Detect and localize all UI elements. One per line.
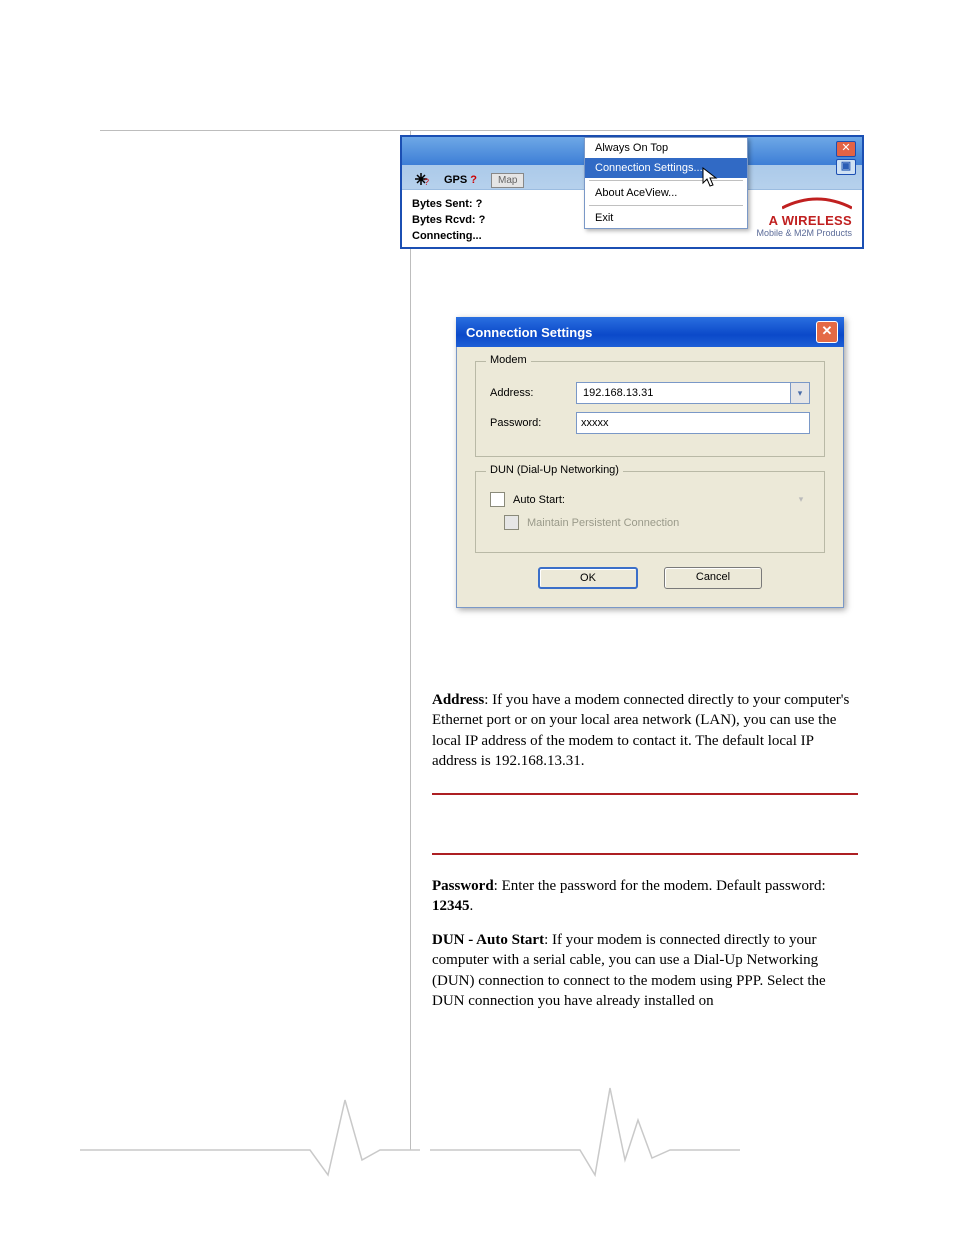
cancel-button[interactable]: Cancel — [664, 567, 762, 589]
page-rule-vertical — [410, 130, 411, 1150]
minimize-icon[interactable]: ▣ — [836, 159, 856, 175]
dun-legend: DUN (Dial-Up Networking) — [486, 464, 623, 476]
close-icon[interactable]: ✕ — [836, 141, 856, 157]
address-label: Address: — [490, 387, 576, 399]
page-rule-horizontal — [100, 130, 860, 131]
brand-text: A WIRELESS — [756, 213, 852, 228]
dialog-body: Modem Address: 192.168.13.31 ▾ Password:… — [456, 347, 844, 608]
auto-start-checkbox[interactable] — [490, 492, 505, 507]
brand-tagline: Mobile & M2M Products — [756, 228, 852, 238]
password-value: xxxxx — [581, 417, 609, 429]
brand-block: A WIRELESS Mobile & M2M Products — [756, 196, 852, 241]
ok-button[interactable]: OK — [538, 567, 638, 589]
map-button[interactable]: Map — [491, 173, 524, 188]
aceview-stats: Bytes Sent: ? Bytes Rcvd: ? Connecting..… — [412, 196, 485, 241]
dialog-titlebar: Connection Settings ✕ — [456, 317, 844, 347]
menu-connection-settings[interactable]: Connection Settings... — [585, 158, 747, 178]
dialog-title: Connection Settings — [466, 325, 592, 340]
bytes-sent-label: Bytes Sent: — [412, 198, 476, 210]
gps-label: GPS ? — [444, 174, 477, 186]
password-input[interactable]: xxxxx — [576, 412, 810, 434]
aceview-window: ✕ ▣ ? GPS ? Map Always On Top Connection… — [400, 135, 864, 249]
modem-fieldset: Modem Address: 192.168.13.31 ▾ Password:… — [475, 361, 825, 457]
bytes-rcvd-value: ? — [479, 214, 486, 226]
dialog-buttons: OK Cancel — [475, 567, 825, 589]
chevron-down-icon[interactable]: ▾ — [790, 383, 809, 403]
divider — [432, 793, 858, 795]
heartbeat-decoration — [430, 1080, 740, 1180]
close-icon[interactable]: ✕ — [816, 321, 838, 343]
connecting-status: Connecting... — [412, 228, 485, 244]
context-menu: Always On Top Connection Settings... Abo… — [584, 137, 748, 229]
divider — [432, 853, 858, 855]
maintain-connection-checkbox — [504, 515, 519, 530]
paragraph-dun: DUN - Auto Start: If your modem is conne… — [432, 930, 858, 1011]
bytes-sent-value: ? — [476, 198, 483, 210]
paragraph-address: Address: If you have a modem connected d… — [432, 690, 858, 771]
password-label: Password: — [490, 417, 576, 429]
heartbeat-decoration — [80, 1090, 420, 1180]
menu-separator — [589, 205, 743, 206]
signal-icon: ? — [412, 171, 430, 189]
menu-exit[interactable]: Exit — [585, 208, 747, 228]
menu-always-on-top[interactable]: Always On Top — [585, 138, 747, 158]
address-input[interactable]: 192.168.13.31 ▾ — [576, 382, 810, 404]
dun-fieldset: DUN (Dial-Up Networking) Auto Start: ▾ M… — [475, 471, 825, 553]
brand-swoosh-icon — [756, 196, 852, 213]
cursor-icon — [702, 167, 720, 192]
bytes-rcvd-label: Bytes Rcvd: — [412, 214, 479, 226]
modem-legend: Modem — [486, 354, 531, 366]
maintain-connection-label: Maintain Persistent Connection — [527, 517, 679, 529]
svg-text:?: ? — [424, 177, 429, 187]
paragraph-password: Password: Enter the password for the mod… — [432, 876, 858, 917]
menu-about[interactable]: About AceView... — [585, 183, 747, 203]
address-value: 192.168.13.31 — [581, 387, 655, 399]
connection-settings-dialog: Connection Settings ✕ Modem Address: 192… — [456, 317, 844, 608]
auto-start-label: Auto Start: — [513, 494, 583, 506]
